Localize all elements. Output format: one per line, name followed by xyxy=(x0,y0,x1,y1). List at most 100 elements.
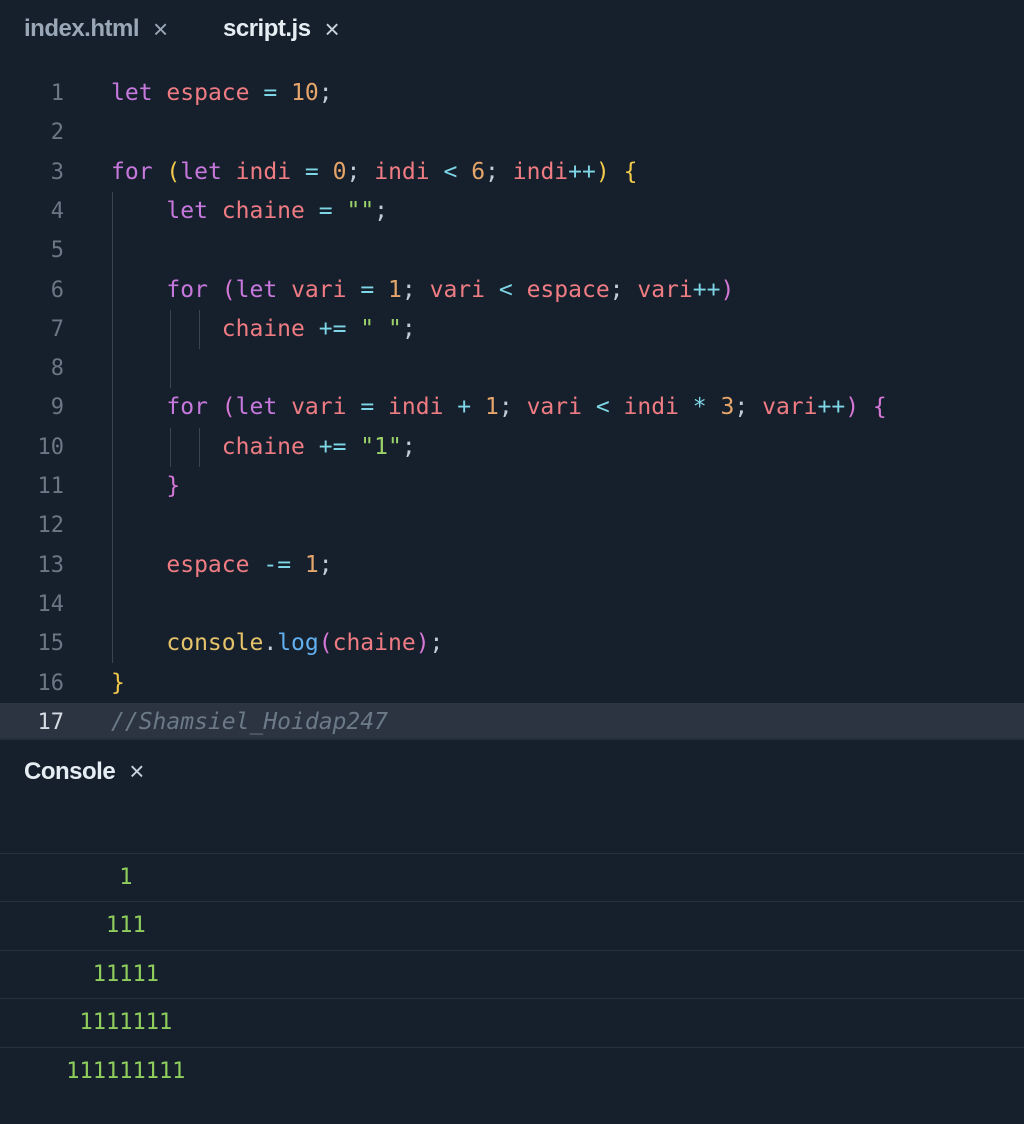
console-line-text: 1 xyxy=(0,865,133,890)
code-line[interactable]: 3 for (let indi = 0; indi < 6; indi++) { xyxy=(0,153,1024,192)
code-line[interactable]: 7 chaine += " "; xyxy=(0,310,1024,349)
code-token: ; xyxy=(734,394,749,421)
console-output: 1 111 11111 1111111 111111111 xyxy=(0,810,1024,1124)
line-number: 8 xyxy=(50,356,64,382)
indent-guide xyxy=(170,427,171,467)
code-editor[interactable]: 1 let espace = 10; 2 3 for (let indi = 0; in… xyxy=(0,58,1024,742)
code-token: = xyxy=(360,394,375,421)
close-icon[interactable]: × xyxy=(325,14,340,45)
code-token: 0 xyxy=(332,158,347,185)
code-token: ; xyxy=(401,276,416,303)
code-token: } xyxy=(166,473,181,499)
line-number: 7 xyxy=(50,316,64,342)
line-number: 6 xyxy=(50,277,64,303)
code-token: indi xyxy=(388,394,444,421)
code-token: ) xyxy=(595,158,610,185)
code-token: indi xyxy=(512,158,569,185)
indent-guide xyxy=(112,191,113,664)
code-line[interactable]: 5 xyxy=(0,231,1024,270)
code-text: let chaine = ""; xyxy=(111,192,388,231)
code-token: espace xyxy=(166,551,250,578)
code-line[interactable]: 8 xyxy=(0,349,1024,388)
tab-label: index.html xyxy=(24,15,140,42)
code-line[interactable]: 6 for (let vari = 1; vari < espace; vari… xyxy=(0,271,1024,310)
code-token: -= xyxy=(263,551,292,578)
code-token: += xyxy=(318,433,347,460)
code-token: ) xyxy=(845,394,860,421)
code-token: ; xyxy=(485,158,499,185)
line-number: 1 xyxy=(50,81,64,106)
code-token: ; xyxy=(401,315,416,342)
code-line[interactable]: 1 let espace = 10; xyxy=(0,74,1024,113)
code-token: 6 xyxy=(471,158,486,185)
code-token: ( xyxy=(318,630,333,657)
code-token: = xyxy=(360,276,375,303)
code-token: ; xyxy=(401,433,416,460)
tab-script-js[interactable]: script.js × xyxy=(223,12,340,46)
code-token: += xyxy=(318,315,347,342)
code-line[interactable]: 9 for (let vari = indi + 1; vari < indi … xyxy=(0,388,1024,427)
code-text: } xyxy=(111,664,125,703)
code-token: { xyxy=(623,158,638,185)
code-line[interactable]: 4 let chaine = ""; xyxy=(0,192,1024,231)
code-text: chaine += " "; xyxy=(111,310,416,349)
line-number: 4 xyxy=(50,198,64,224)
code-token: //Shamsiel_Hoidap247 xyxy=(111,708,388,735)
console-line: 11111 xyxy=(0,949,1024,999)
code-line[interactable]: 2 xyxy=(0,113,1024,152)
console-line-text: 11111 xyxy=(0,961,159,987)
code-line[interactable]: 16} xyxy=(0,664,1024,703)
code-token: ++ xyxy=(568,158,596,185)
code-token: vari xyxy=(291,276,347,303)
indent-guide xyxy=(170,309,171,389)
code-text: espace -= 1; xyxy=(111,546,332,585)
line-number: 2 xyxy=(50,120,64,146)
code-token: ; xyxy=(609,276,624,303)
code-line[interactable]: 12 xyxy=(0,506,1024,545)
code-text: for (let indi = 0; indi < 6; indi++) { xyxy=(111,153,637,192)
code-line[interactable]: 15 console.log(chaine); xyxy=(0,624,1024,663)
code-line[interactable]: 11 } xyxy=(0,467,1024,506)
code-token: "" xyxy=(346,197,375,224)
code-token: let xyxy=(235,276,278,303)
code-line[interactable]: 17 //Shamsiel_Hoidap247 xyxy=(0,702,1024,742)
code-token: ++ xyxy=(817,394,846,421)
code-token: chaine xyxy=(221,197,305,224)
code-token: 1 xyxy=(485,394,499,421)
code-token: indi xyxy=(374,158,430,185)
console-line: 1 xyxy=(0,853,1024,902)
code-token: for xyxy=(111,158,153,185)
code-line[interactable]: 14 xyxy=(0,585,1024,624)
tab-bar: index.html × script.js × xyxy=(0,0,1024,58)
code-token: 3 xyxy=(720,394,735,421)
code-token: let xyxy=(180,158,222,185)
tab-index-html[interactable]: index.html × xyxy=(24,12,168,46)
code-token: vari xyxy=(762,394,818,421)
line-number: 10 xyxy=(37,434,65,460)
console-line: 111111111 xyxy=(0,1046,1024,1096)
code-line[interactable]: 13 espace -= 1; xyxy=(0,546,1024,585)
code-token: for xyxy=(166,394,208,421)
code-token: let xyxy=(111,80,153,106)
close-icon[interactable]: × xyxy=(129,756,144,787)
code-line[interactable]: 10 chaine += "1"; xyxy=(0,428,1024,467)
code-token: ++ xyxy=(692,276,721,303)
close-icon[interactable]: × xyxy=(153,14,168,45)
console-tab[interactable]: Console × xyxy=(24,756,144,787)
code-token: ) xyxy=(415,630,430,657)
